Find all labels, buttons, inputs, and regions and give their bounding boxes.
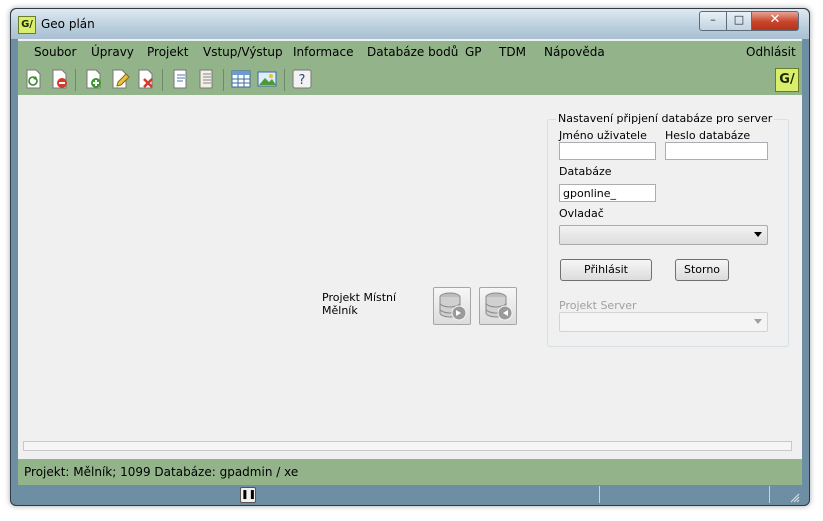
chevron-down-icon xyxy=(754,319,762,324)
client-area: Soubor Úpravy Projekt Vstup/Výstup Infor… xyxy=(18,39,802,505)
table-icon[interactable] xyxy=(230,68,252,90)
status-text: Projekt: Mělník; 1099 Databáze: gpadmin … xyxy=(24,465,299,479)
chevron-down-icon xyxy=(754,232,762,237)
database-label: Databáze xyxy=(559,165,612,178)
toolbar-separator xyxy=(75,69,76,91)
menu-soubor[interactable]: Soubor xyxy=(34,45,76,59)
db-connection-legend: Nastavení připjení databáze pro server xyxy=(556,112,775,125)
close-button[interactable]: ✕ xyxy=(751,11,799,31)
remove-document-icon[interactable] xyxy=(48,68,70,90)
menu-databaze-bodu[interactable]: Databáze bodů xyxy=(367,45,458,59)
menu-napoveda[interactable]: Nápověda xyxy=(544,45,605,59)
title-bar[interactable]: G/ Geo plán – □ ✕ xyxy=(11,9,809,39)
database-export-button[interactable] xyxy=(433,287,471,325)
help-icon[interactable]: ? xyxy=(291,68,313,90)
toolbar-separator xyxy=(162,69,163,91)
pause-icon[interactable]: ❚❚ xyxy=(240,487,256,503)
status-bar: Projekt: Mělník; 1099 Databáze: gpadmin … xyxy=(18,459,802,485)
main-window: G/ Geo plán – □ ✕ Soubor Úpravy Projekt … xyxy=(10,8,810,506)
database-input[interactable]: gponline_ xyxy=(559,184,656,202)
edit-document-icon[interactable] xyxy=(108,68,130,90)
window-title: Geo plán xyxy=(41,17,95,31)
menu-upravy[interactable]: Úpravy xyxy=(91,45,134,59)
menu-informace[interactable]: Informace xyxy=(293,45,353,59)
delete-document-icon[interactable] xyxy=(134,68,156,90)
password-input[interactable] xyxy=(665,142,768,160)
menu-gp[interactable]: GP xyxy=(465,45,482,59)
database-back-icon xyxy=(485,292,513,321)
toolbar-separator xyxy=(284,69,285,91)
app-logo-icon: G/ xyxy=(18,16,36,34)
refresh-document-icon[interactable] xyxy=(22,68,44,90)
menu-projekt[interactable]: Projekt xyxy=(147,45,188,59)
image-icon[interactable] xyxy=(256,68,278,90)
login-button[interactable]: Přihlásit xyxy=(560,259,652,281)
database-import-button[interactable] xyxy=(479,287,517,325)
toolbar-separator xyxy=(223,69,224,91)
resize-grip-icon[interactable] xyxy=(790,493,800,503)
driver-label: Ovladač xyxy=(559,207,604,220)
menu-tdm[interactable]: TDM xyxy=(499,45,526,59)
menu-vstup-vystup[interactable]: Vstup/Výstup xyxy=(203,45,283,59)
secondary-status-bar: ❚❚ xyxy=(18,485,802,505)
status-separator xyxy=(769,486,770,503)
brand-logo-icon: G/ xyxy=(775,68,799,92)
username-label: Jméno uživatele xyxy=(559,129,647,142)
project-label-line1: Projekt Místní xyxy=(322,291,397,304)
minimize-button[interactable]: – xyxy=(699,11,727,31)
svg-text:?: ? xyxy=(299,73,306,88)
password-label: Heslo databáze xyxy=(665,129,751,142)
menu-bar: Soubor Úpravy Projekt Vstup/Výstup Infor… xyxy=(18,41,802,65)
maximize-button[interactable]: □ xyxy=(726,11,752,31)
project-label: Projekt Místní Mělník xyxy=(322,291,422,317)
database-forward-icon xyxy=(439,292,467,321)
toolbar: ? G/ xyxy=(18,65,802,95)
project-server-label: Projekt Server xyxy=(559,299,637,312)
new-document-icon[interactable] xyxy=(82,68,104,90)
properties-icon[interactable] xyxy=(169,68,191,90)
driver-select[interactable] xyxy=(559,225,768,245)
horizontal-scrollbar[interactable] xyxy=(23,441,792,451)
project-label-line2: Mělník xyxy=(322,304,358,317)
status-separator xyxy=(599,486,600,503)
username-input[interactable] xyxy=(559,142,656,160)
list-icon[interactable] xyxy=(195,68,217,90)
cancel-button[interactable]: Storno xyxy=(675,259,729,281)
logout-menu-item[interactable]: Odhlásit xyxy=(746,45,796,59)
project-server-select[interactable] xyxy=(559,312,768,332)
